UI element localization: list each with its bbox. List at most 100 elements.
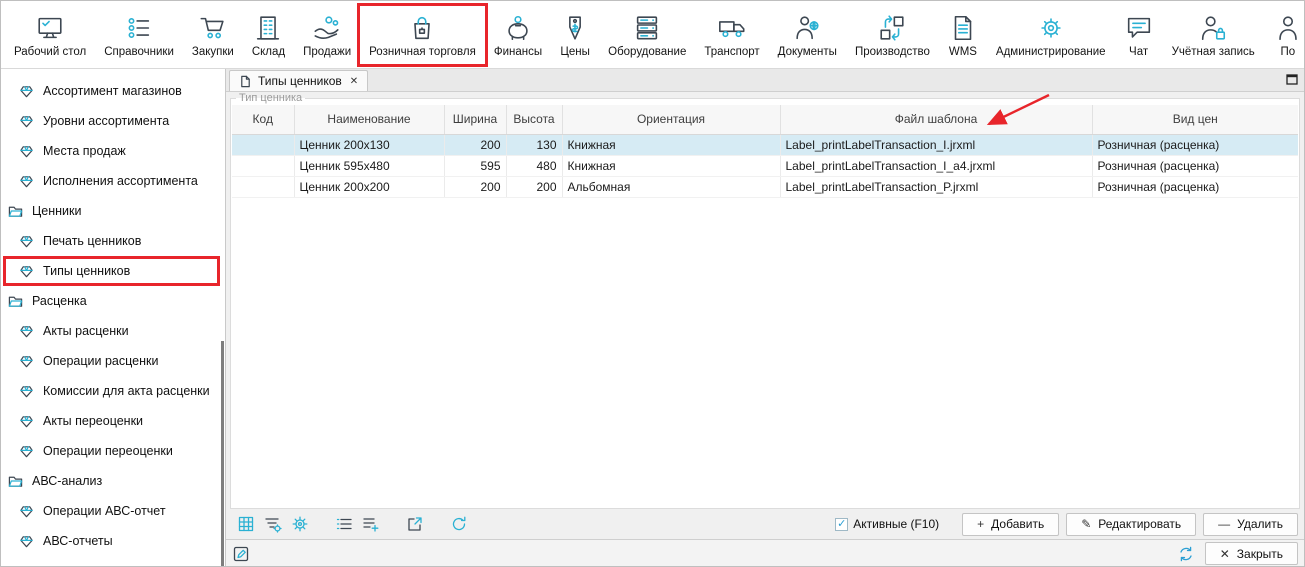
cell-orientation[interactable]: Книжная	[562, 134, 780, 155]
gem-icon	[19, 84, 34, 99]
pricetag-types-table: Код Наименование Ширина Высота Ориентаци…	[232, 105, 1298, 198]
sidebar-item-komissii-dlya-akta-rastsenki[interactable]: Комиссии для акта расценки	[1, 376, 225, 406]
export-icon[interactable]	[406, 515, 424, 533]
cell-template-file[interactable]: Label_printLabelTransaction_I_a4.jrxml	[780, 155, 1092, 176]
table-row[interactable]: Ценник 595x480 595 480 Книжная Label_pri…	[232, 155, 1298, 176]
sidebar-folder-tsenniki[interactable]: Ценники	[1, 196, 225, 226]
cell-width[interactable]: 200	[444, 134, 506, 155]
column-header-name[interactable]: Наименование	[294, 105, 444, 134]
grid-tools	[232, 515, 468, 533]
sidebar-item-operatsii-pereotsenki[interactable]: Операции переоценки	[1, 436, 225, 466]
ribbon-item-chat[interactable]: Чат	[1115, 2, 1163, 68]
column-header-orientation[interactable]: Ориентация	[562, 105, 780, 134]
minus-icon: —	[1218, 517, 1230, 531]
ribbon-item-account[interactable]: Учётная запись	[1163, 2, 1264, 68]
sidebar-nav-tree: Ассортимент магазинов Уровни ассортимент…	[1, 69, 226, 567]
list-icon[interactable]	[335, 515, 353, 533]
sidebar-item-urovni-assortimenta[interactable]: Уровни ассортимента	[1, 106, 225, 136]
cell-name[interactable]: Ценник 200x130	[294, 134, 444, 155]
cell-price-kind[interactable]: Розничная (расценка)	[1092, 134, 1298, 155]
cell-height[interactable]: 130	[506, 134, 562, 155]
filter-icon[interactable]	[264, 515, 282, 533]
sidebar-item-ispolneniya-assortimenta[interactable]: Исполнения ассортимента	[1, 166, 225, 196]
column-header-code[interactable]: Код	[232, 105, 294, 134]
sidebar-item-pechat-tsennikov[interactable]: Печать ценников	[1, 226, 225, 256]
close-button[interactable]: ✕ Закрыть	[1205, 542, 1298, 565]
ribbon-item-label: WMS	[949, 46, 977, 58]
person-lock-icon	[1198, 13, 1228, 43]
cell-width[interactable]: 200	[444, 176, 506, 197]
column-header-width[interactable]: Ширина	[444, 105, 506, 134]
person-globe-icon	[792, 13, 822, 43]
edit-button[interactable]: ✎ Редактировать	[1066, 513, 1196, 536]
list-add-icon[interactable]	[362, 515, 380, 533]
hand-coins-icon	[312, 13, 342, 43]
ribbon-item-sales[interactable]: Продажи	[294, 2, 360, 68]
sidebar-item-operatsii-abc-otchet[interactable]: Операции АВС-отчет	[1, 496, 225, 526]
column-header-template-file[interactable]: Файл шаблона	[780, 105, 1092, 134]
cell-code[interactable]	[232, 155, 294, 176]
edit-note-icon[interactable]	[232, 545, 250, 563]
sidebar-item-abc-otchety[interactable]: АВС-отчеты	[1, 526, 225, 556]
ribbon-item-production[interactable]: Производство	[846, 2, 939, 68]
sidebar-item-label: Ассортимент магазинов	[43, 84, 182, 98]
ribbon-item-transport[interactable]: Транспорт	[695, 2, 768, 68]
sidebar-item-mesta-prodazh[interactable]: Места продаж	[1, 136, 225, 166]
cell-name[interactable]: Ценник 595x480	[294, 155, 444, 176]
ribbon-item-references[interactable]: Справочники	[95, 2, 183, 68]
gear-icon[interactable]	[291, 515, 309, 533]
column-header-height[interactable]: Высота	[506, 105, 562, 134]
sidebar-item-label: Комиссии для акта расценки	[43, 384, 210, 398]
ribbon-item-desktop[interactable]: Рабочий стол	[5, 2, 95, 68]
table-row[interactable]: Ценник 200x130 200 130 Книжная Label_pri…	[232, 134, 1298, 155]
ribbon-item-purchases[interactable]: Закупки	[183, 2, 243, 68]
cell-orientation[interactable]: Книжная	[562, 155, 780, 176]
ribbon-item-administration[interactable]: Администрирование	[987, 2, 1115, 68]
add-button[interactable]: + Добавить	[962, 513, 1059, 536]
sidebar-folder-rastsenka[interactable]: Расценка	[1, 286, 225, 316]
cell-width[interactable]: 595	[444, 155, 506, 176]
ribbon: Рабочий стол Справочники Закупки Склад П	[1, 1, 1304, 69]
ribbon-item-users[interactable]: По	[1264, 2, 1304, 68]
table-row[interactable]: Ценник 200x200 200 200 Альбомная Label_p…	[232, 176, 1298, 197]
ribbon-item-wms[interactable]: WMS	[939, 2, 987, 68]
sidebar-scrollbar-thumb[interactable]	[221, 341, 224, 567]
ribbon-item-finance[interactable]: Финансы	[485, 2, 551, 68]
pricetag-groupbox: Тип ценника Код Наименование Ширина Высо	[230, 92, 1300, 509]
person-icon	[1273, 13, 1303, 43]
maximize-icon[interactable]	[1286, 74, 1298, 85]
ribbon-item-prices[interactable]: Цены	[551, 2, 599, 68]
cell-code[interactable]	[232, 134, 294, 155]
groupbox-title: Тип ценника	[236, 92, 305, 104]
delete-button[interactable]: — Удалить	[1203, 513, 1298, 536]
sidebar-item-operatsii-rastsenki[interactable]: Операции расценки	[1, 346, 225, 376]
cycle-boxes-icon	[877, 13, 907, 43]
sidebar-item-tipy-tsennikov[interactable]: Типы ценников	[1, 256, 225, 286]
sidebar-item-akty-pereotsenki[interactable]: Акты переоценки	[1, 406, 225, 436]
ribbon-item-warehouse[interactable]: Склад	[243, 2, 294, 68]
cell-template-file[interactable]: Label_printLabelTransaction_I.jrxml	[780, 134, 1092, 155]
sidebar-item-assortiment-magazinov[interactable]: Ассортимент магазинов	[1, 76, 225, 106]
grid-settings-icon[interactable]	[237, 515, 255, 533]
tab-close-icon[interactable]: ✕	[348, 76, 358, 87]
cell-price-kind[interactable]: Розничная (расценка)	[1092, 176, 1298, 197]
gem-icon	[19, 174, 34, 189]
ribbon-item-equipment[interactable]: Оборудование	[599, 2, 695, 68]
cell-price-kind[interactable]: Розничная (расценка)	[1092, 155, 1298, 176]
active-filter-checkbox[interactable]: ✓ Активные (F10)	[835, 517, 939, 531]
cell-name[interactable]: Ценник 200x200	[294, 176, 444, 197]
cell-orientation[interactable]: Альбомная	[562, 176, 780, 197]
cell-height[interactable]: 200	[506, 176, 562, 197]
cell-code[interactable]	[232, 176, 294, 197]
refresh-icon[interactable]	[450, 515, 468, 533]
column-header-price-kind[interactable]: Вид цен	[1092, 105, 1298, 134]
sidebar-folder-abc-analiz[interactable]: АВС-анализ	[1, 466, 225, 496]
sidebar-item-akty-rastsenki[interactable]: Акты расценки	[1, 316, 225, 346]
ribbon-item-documents[interactable]: Документы	[769, 2, 846, 68]
refresh-icon[interactable]	[1177, 545, 1195, 563]
cell-height[interactable]: 480	[506, 155, 562, 176]
cell-template-file[interactable]: Label_printLabelTransaction_P.jrxml	[780, 176, 1092, 197]
sidebar-item-label: Операции расценки	[43, 354, 158, 368]
tab-tipy-tsennikov[interactable]: Типы ценников ✕	[229, 70, 368, 91]
ribbon-item-retail[interactable]: Розничная торговля	[360, 2, 485, 68]
